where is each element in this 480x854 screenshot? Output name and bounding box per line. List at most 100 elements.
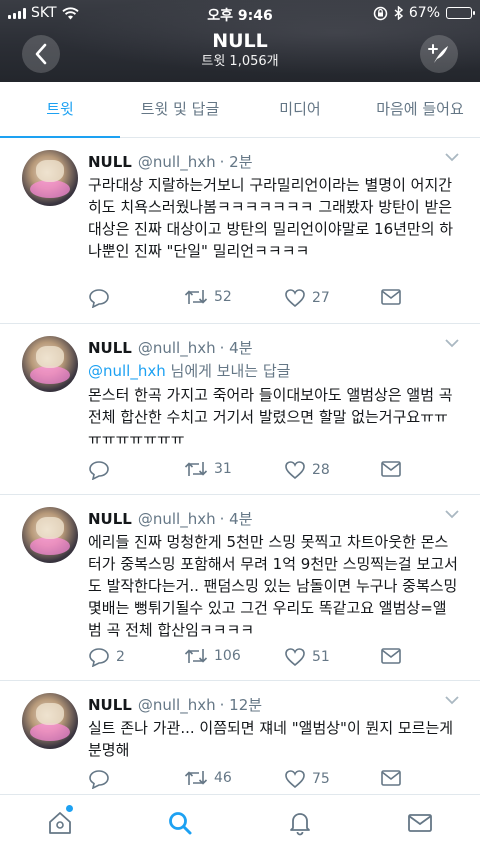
chevron-down-icon[interactable] <box>444 695 460 705</box>
tweet-header: NULL @null_hxh · 12분 <box>88 695 262 715</box>
direct-message-button[interactable] <box>380 769 402 787</box>
tweet-text: 구라대상 지랄하는거보니 구라밀리언이라는 별명이 어지간히도 치욕스러웠나봄ㅋ… <box>88 176 454 260</box>
tweet-text: 몬스터 한곡 가지고 죽어라 들이대보아도 앨범상은 앨범 곡 전체 합산한 수… <box>88 386 453 448</box>
retweet-count: 106 <box>214 648 241 664</box>
tweet-text: 에리들 진짜 멍청한게 5천만 스밍 못찍고 차트아웃한 몬스터가 중복스밍 포… <box>88 533 458 639</box>
like-count: 28 <box>312 462 330 478</box>
like-button[interactable]: 27 <box>284 288 330 308</box>
retweet-count: 52 <box>214 289 232 305</box>
envelope-icon <box>381 461 401 477</box>
envelope-icon <box>381 770 401 786</box>
reply-icon <box>89 770 109 789</box>
home-icon <box>49 812 71 834</box>
timestamp: · 4분 <box>219 339 253 357</box>
tweet-item[interactable]: NULL @null_hxh · 12분 실트 존나 가관... 이쯤되면 쟤네 "… <box>0 681 480 794</box>
handle: @null_hxh <box>137 510 216 528</box>
status-right: 67% <box>373 5 475 21</box>
nav-home[interactable] <box>46 809 74 837</box>
retweet-button[interactable]: 31 <box>184 460 232 478</box>
retweet-icon <box>184 462 208 476</box>
like-count: 51 <box>312 649 330 665</box>
reply-button[interactable] <box>88 288 116 308</box>
tweet-actions: 31 28 <box>88 460 418 484</box>
reply-button[interactable]: 2 <box>88 647 125 667</box>
reply-button[interactable] <box>88 769 116 789</box>
chevron-down-icon[interactable] <box>444 338 460 348</box>
bell-icon <box>290 813 310 836</box>
envelope-icon <box>408 814 432 832</box>
reply-icon <box>89 461 109 480</box>
handle: @null_hxh <box>137 153 216 171</box>
heart-icon <box>285 461 305 480</box>
tweet-actions: 46 75 <box>88 769 418 793</box>
retweet-icon <box>184 649 208 663</box>
orientation-lock-icon <box>373 6 388 20</box>
retweet-button[interactable]: 46 <box>184 769 232 787</box>
status-bar: SKT 오후 9:46 67% <box>0 0 480 26</box>
reply-icon <box>89 289 109 308</box>
display-name[interactable]: NULL <box>88 339 132 357</box>
heart-icon <box>285 770 305 789</box>
tweet-item[interactable]: NULL @null_hxh · 4분 에리들 진짜 멍청한게 5천만 스밍 못찍고… <box>0 495 480 681</box>
tweet-header: NULL @null_hxh · 2분 <box>88 152 253 172</box>
retweet-button[interactable]: 52 <box>184 288 232 306</box>
reply-icon <box>89 648 109 667</box>
direct-message-button[interactable] <box>380 460 402 478</box>
tab-media[interactable]: 미디어 <box>240 82 360 137</box>
timestamp: · 2분 <box>219 153 253 171</box>
display-name[interactable]: NULL <box>88 696 132 714</box>
tweet-text: 실트 존나 가관... 이쯤되면 쟤네 "앨범상"이 뭔지 모르는게 분명해 <box>88 719 454 759</box>
compose-tweet-button[interactable] <box>420 35 458 73</box>
tab-likes[interactable]: 마음에 들어요 <box>360 82 480 137</box>
chevron-down-icon[interactable] <box>444 509 460 519</box>
like-button[interactable]: 75 <box>284 769 330 789</box>
direct-message-button[interactable] <box>380 647 402 665</box>
retweet-button[interactable]: 106 <box>184 647 241 665</box>
retweet-count: 31 <box>214 461 232 477</box>
reply-context: @null_hxh 님에게 보내는 답글 <box>88 360 290 382</box>
display-name[interactable]: NULL <box>88 153 132 171</box>
nav-notifications[interactable] <box>286 809 314 837</box>
handle: @null_hxh <box>137 696 216 714</box>
reply-button[interactable] <box>88 460 116 480</box>
reply-count: 2 <box>116 649 125 665</box>
battery-percent: 67% <box>408 5 440 21</box>
heart-icon <box>285 648 305 667</box>
tweet-actions: 52 27 <box>88 288 418 312</box>
tab-tweets-and-replies[interactable]: 트윗 및 답글 <box>120 82 240 137</box>
direct-message-button[interactable] <box>380 288 402 306</box>
like-count: 75 <box>312 771 330 787</box>
avatar[interactable] <box>22 150 78 206</box>
display-name[interactable]: NULL <box>88 510 132 528</box>
nav-search[interactable] <box>166 809 194 837</box>
reply-context-text: 님에게 보내는 답글 <box>165 362 291 380</box>
handle: @null_hxh <box>137 339 216 357</box>
timestamp: · 12분 <box>219 696 263 714</box>
avatar[interactable] <box>22 693 78 749</box>
header-title-group: NULL 트윗 1,056개 <box>0 29 480 71</box>
nav-messages[interactable] <box>406 809 434 837</box>
retweet-icon <box>184 290 208 304</box>
envelope-icon <box>381 289 401 305</box>
compose-icon <box>428 44 448 63</box>
profile-tabs: 트윗 트윗 및 답글 미디어 마음에 들어요 <box>0 82 480 138</box>
like-count: 27 <box>312 290 330 306</box>
like-button[interactable]: 28 <box>284 460 330 480</box>
tweet-item[interactable]: NULL @null_hxh · 2분 구라대상 지랄하는거보니 구라밀리언이라는 … <box>0 138 480 324</box>
tab-tweets[interactable]: 트윗 <box>0 82 120 138</box>
retweet-icon <box>184 771 208 785</box>
tweet-header: NULL @null_hxh · 4분 <box>88 509 253 529</box>
retweet-count: 46 <box>214 770 232 786</box>
reply-mention-link[interactable]: @null_hxh <box>88 362 166 380</box>
like-button[interactable]: 51 <box>284 647 330 667</box>
profile-header: SKT 오후 9:46 67% NULL 트윗 1,056개 <box>0 0 480 82</box>
tweet-item[interactable]: NULL @null_hxh · 4분 @null_hxh 님에게 보내는 답글 몬… <box>0 324 480 495</box>
avatar[interactable] <box>22 507 78 563</box>
avatar[interactable] <box>22 336 78 392</box>
tweet-actions: 2 106 51 <box>88 647 418 671</box>
new-content-dot <box>66 805 73 812</box>
bottom-navigation <box>0 794 480 854</box>
chevron-down-icon[interactable] <box>444 152 460 162</box>
page-title: NULL <box>212 30 268 52</box>
heart-icon <box>285 289 305 308</box>
